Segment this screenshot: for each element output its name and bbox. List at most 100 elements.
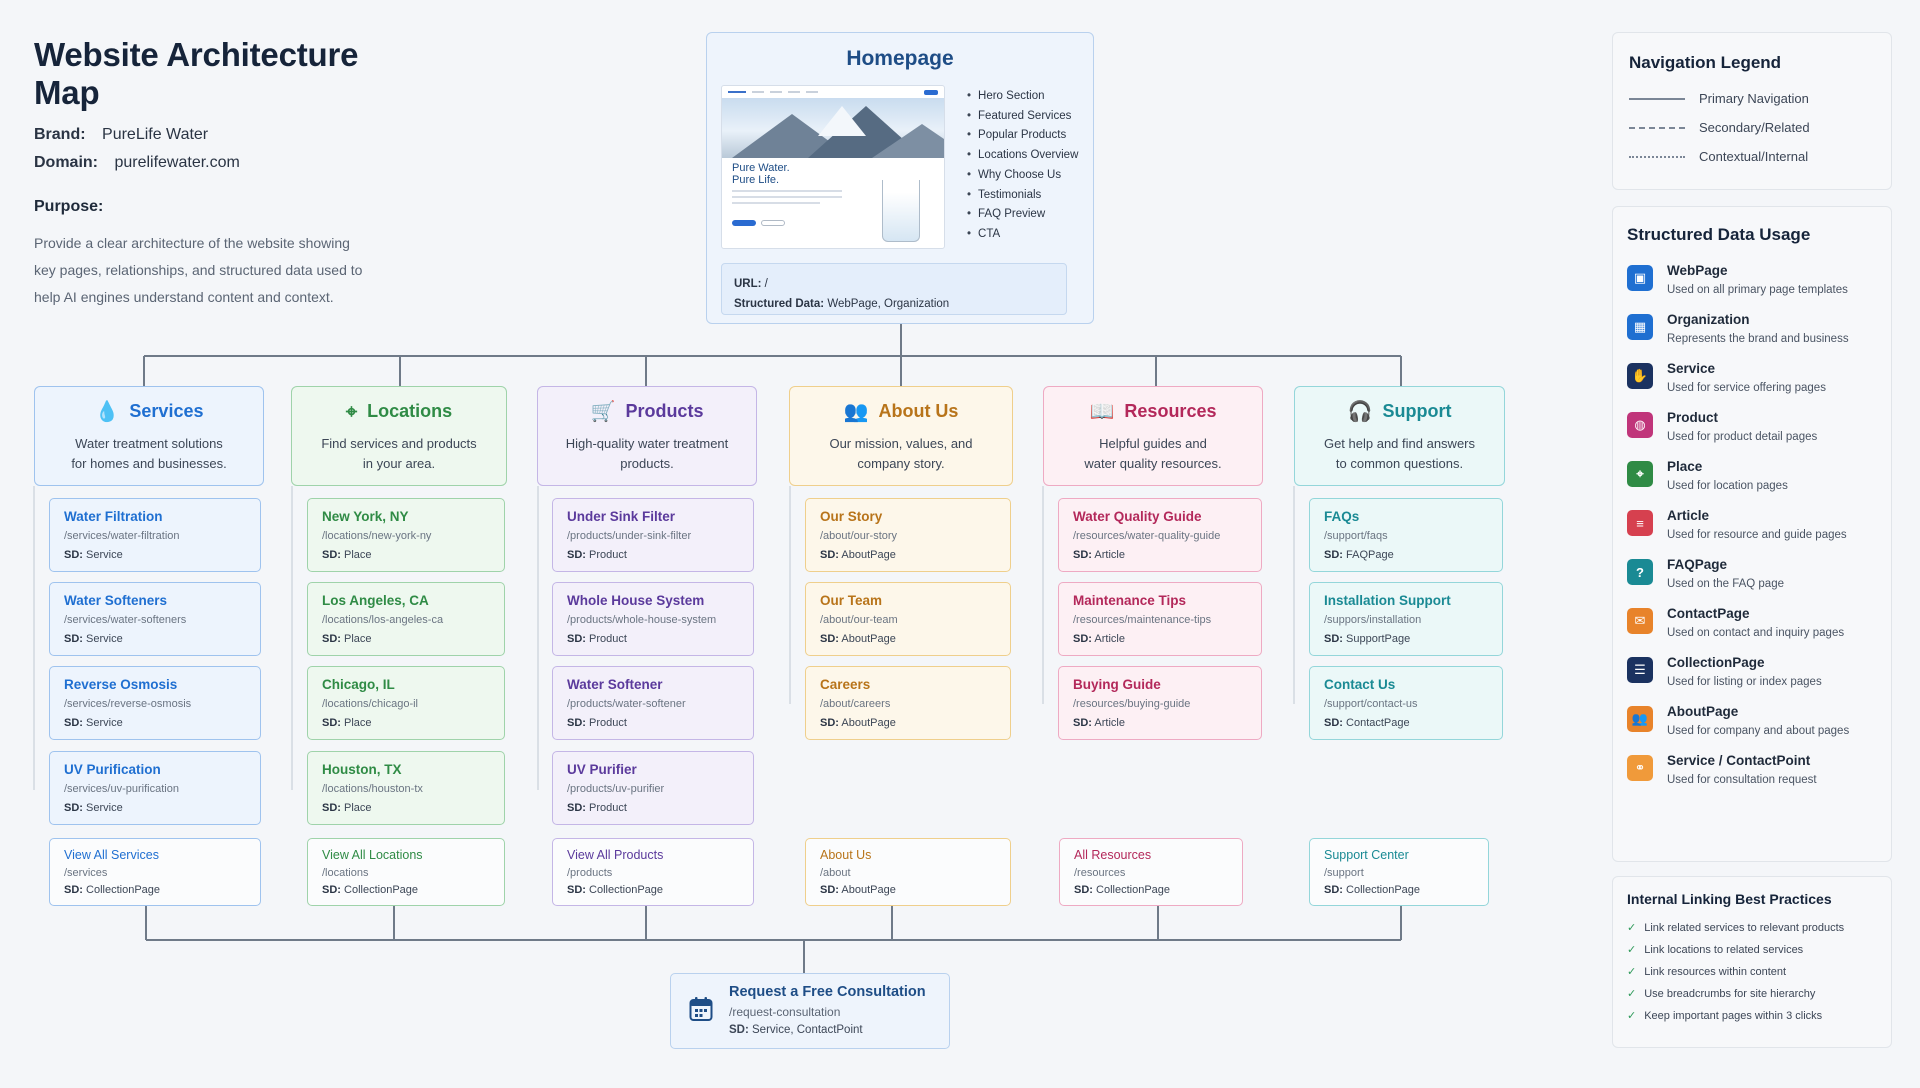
index-page-card[interactable]: View All Services/services SD: Collection… xyxy=(49,838,261,906)
category-description-line: Our mission, values, and xyxy=(829,436,973,451)
page-sd: SD: CollectionPage xyxy=(322,883,490,897)
child-page-card[interactable]: Contact Us/support/contact-us SD: Contact… xyxy=(1309,666,1503,740)
category-description-line: products. xyxy=(620,456,674,471)
category-title: Resources xyxy=(1124,401,1217,421)
category-heading: 📖 Resources xyxy=(1044,401,1262,422)
sd-label: Structured Data: xyxy=(734,298,825,310)
question-icon: ? xyxy=(1627,559,1653,585)
preview-text-lines xyxy=(732,190,842,208)
sd-prefix: SD: xyxy=(729,1024,749,1036)
page-sd-value: Product xyxy=(589,717,627,729)
child-page-card[interactable]: Houston, TX/locations/houston-tx SD: Plac… xyxy=(307,751,505,825)
child-page-card[interactable]: Water Softener/products/water-softener SD… xyxy=(552,666,754,740)
category-card-products[interactable]: 🛒 Products High-quality water treatment pro… xyxy=(537,386,757,486)
header: Website Architecture Map Brand: PureLife… xyxy=(34,36,414,311)
child-page-card[interactable]: UV Purification/services/uv-purification… xyxy=(49,751,261,825)
page-sd: SD: ContactPage xyxy=(1324,716,1488,730)
child-page-card[interactable]: Whole House System/products/whole-house-… xyxy=(552,582,754,656)
best-practices-list: ✓ Link related services to relevant produ… xyxy=(1627,917,1877,1027)
homepage-card[interactable]: Homepage Pure Water. Pure Life. Hero Sec… xyxy=(706,32,1094,324)
legend-label: Primary Navigation xyxy=(1699,91,1809,106)
category-description-line: High-quality water treatment xyxy=(565,436,729,451)
homepage-sections: Hero SectionFeatured ServicesPopular Pro… xyxy=(967,87,1078,245)
index-page-card[interactable]: Support Center/support SD: CollectionPage xyxy=(1309,838,1489,906)
child-page-card[interactable]: Water Filtration/services/water-filtrati… xyxy=(49,498,261,572)
homepage-url-row: URL: / xyxy=(734,274,1054,294)
child-page-card[interactable]: Maintenance Tips/resources/maintenance-t… xyxy=(1058,582,1262,656)
page-url: /locations/new-york-ny xyxy=(322,530,432,542)
sd-prefix: SD: xyxy=(567,549,586,561)
category-description: Get help and find answers to common quest… xyxy=(1295,434,1504,474)
structured-data-name: Service xyxy=(1667,361,1716,376)
child-page-card[interactable]: Under Sink Filter/products/under-sink-fi… xyxy=(552,498,754,572)
page-url: /services/water-softeners xyxy=(64,614,187,626)
page-url: /products/under-sink-filter xyxy=(567,530,692,542)
child-page-card[interactable]: Our Team/about/our-team SD: AboutPage xyxy=(805,582,1011,656)
calendar-icon xyxy=(689,997,713,1021)
link-icon: ⚭ xyxy=(1627,755,1653,781)
page-url: /services/uv-purification xyxy=(64,783,179,795)
sd-prefix: SD: xyxy=(64,549,83,561)
consultation-card[interactable]: Request a Free Consultation /request-con… xyxy=(670,973,950,1049)
index-page-card[interactable]: View All Products/products SD: Collection… xyxy=(552,838,754,906)
child-page-card[interactable]: FAQs/support/faqs SD: FAQPage xyxy=(1309,498,1503,572)
page-sd-value: Service xyxy=(86,633,123,645)
preview-hero-image xyxy=(722,98,944,158)
child-page-card[interactable]: Careers/about/careers SD: AboutPage xyxy=(805,666,1011,740)
sd-prefix: SD: xyxy=(322,549,341,561)
legend-label: Contextual/Internal xyxy=(1699,149,1809,164)
page-sd-value: AboutPage xyxy=(841,549,896,561)
page-title: Our Team xyxy=(820,593,883,608)
child-page-card[interactable]: Reverse Osmosis/services/reverse-osmosis… xyxy=(49,666,261,740)
sd-prefix: SD: xyxy=(1074,884,1093,896)
homepage-title: Homepage xyxy=(846,47,954,70)
category-description-line: company story. xyxy=(857,456,945,471)
child-page-card[interactable]: Our Story/about/our-story SD: AboutPage xyxy=(805,498,1011,572)
category-card-locations[interactable]: ⌖ Locations Find services and products in y… xyxy=(291,386,507,486)
page-url: /support/faqs xyxy=(1324,530,1388,542)
structured-data-item: ? FAQPage Used on the FAQ page xyxy=(1627,557,1877,591)
structured-data-description: Used for service offering pages xyxy=(1667,382,1826,394)
people-icon: 👥 xyxy=(1627,706,1653,732)
sd-prefix: SD: xyxy=(322,717,341,729)
category-card-services[interactable]: 💧 Services Water treatment solutions for ho… xyxy=(34,386,264,486)
page-title: Los Angeles, CA xyxy=(322,593,429,608)
child-page-card[interactable]: UV Purifier/products/uv-purifier SD: Prod… xyxy=(552,751,754,825)
page-title: Installation Support xyxy=(1324,593,1451,608)
child-page-card[interactable]: Los Angeles, CA/locations/los-angeles-ca… xyxy=(307,582,505,656)
page-sd: SD: Product xyxy=(567,632,739,646)
child-page-card[interactable]: Water Quality Guide/resources/water-qual… xyxy=(1058,498,1262,572)
category-card-resources[interactable]: 📖 Resources Helpful guides and water qualit… xyxy=(1043,386,1263,486)
index-page-card[interactable]: All Resources/resources SD: CollectionPag… xyxy=(1059,838,1243,906)
sd-prefix: SD: xyxy=(567,717,586,729)
index-page-card[interactable]: View All Locations/locations SD: Collecti… xyxy=(307,838,505,906)
page-sd: SD: CollectionPage xyxy=(1074,883,1228,897)
preview-tagline-line-1: Pure Water. xyxy=(732,162,790,174)
child-page-card[interactable]: New York, NY/locations/new-york-ny SD: Pl… xyxy=(307,498,505,572)
structured-data-name: CollectionPage xyxy=(1667,655,1765,670)
sd-prefix: SD: xyxy=(64,884,83,896)
child-page-card[interactable]: Buying Guide/resources/buying-guide SD: A… xyxy=(1058,666,1262,740)
child-page-card[interactable]: Water Softeners/services/water-softeners… xyxy=(49,582,261,656)
structured-data-description: Used for listing or index pages xyxy=(1667,676,1822,688)
page-sd: SD: Product xyxy=(567,716,739,730)
page-url: /resources/buying-guide xyxy=(1073,698,1191,710)
map-pin-icon: ⌖ xyxy=(345,400,358,423)
page-sd-value: CollectionPage xyxy=(1096,884,1171,896)
sd-prefix: SD: xyxy=(322,802,341,814)
page-sd-value: Product xyxy=(589,633,627,645)
legend-item: Contextual/Internal xyxy=(1629,149,1875,164)
child-page-card[interactable]: Installation Support/suppors/installatio… xyxy=(1309,582,1503,656)
preview-navbar xyxy=(722,86,944,98)
homepage-sd-row: Structured Data: WebPage, Organization xyxy=(734,294,1054,314)
index-page-card[interactable]: About Us/about SD: AboutPage xyxy=(805,838,1011,906)
category-card-support[interactable]: 🎧 Support Get help and find answers to comm… xyxy=(1294,386,1505,486)
sd-prefix: SD: xyxy=(64,802,83,814)
child-page-card[interactable]: Chicago, IL/locations/chicago-il SD: Plac… xyxy=(307,666,505,740)
brand-label: Brand: xyxy=(34,126,86,143)
category-card-about[interactable]: 👥 About Us Our mission, values, and company… xyxy=(789,386,1013,486)
category-description: Find services and products in your area. xyxy=(292,434,506,474)
sd-prefix: SD: xyxy=(820,717,839,729)
page-sd: SD: Product xyxy=(567,548,739,562)
structured-data-text: ContactPage Used on contact and inquiry p… xyxy=(1667,606,1844,640)
